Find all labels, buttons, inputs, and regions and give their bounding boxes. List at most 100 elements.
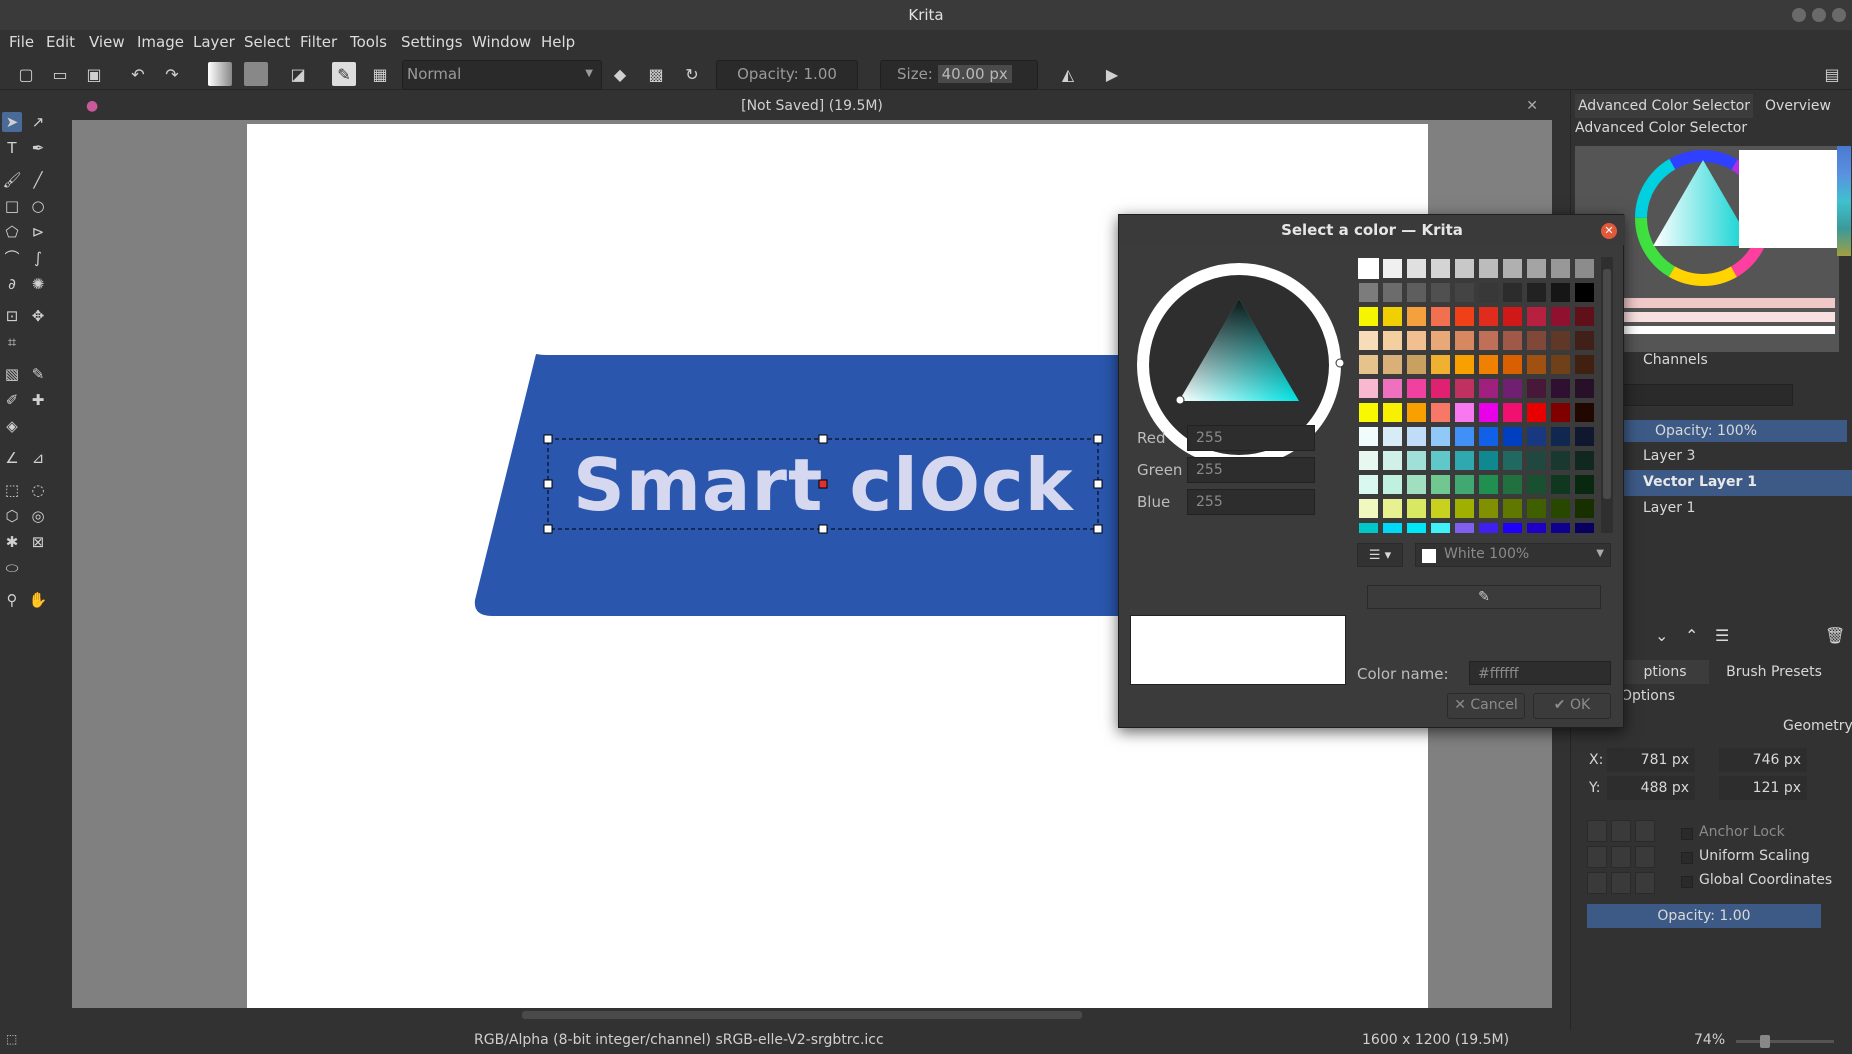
selection-handle[interactable] [1093,524,1103,534]
palette-swatch[interactable] [1503,259,1522,278]
save-icon[interactable]: ▣ [82,62,106,86]
palette-swatch[interactable] [1407,331,1426,350]
palette-swatch[interactable] [1551,523,1570,533]
close-dialog-icon[interactable]: ✕ [1601,223,1617,239]
layers-opacity-slider[interactable]: Opacity: 100% [1621,420,1847,442]
menu-file[interactable]: File [9,33,34,51]
freehand-path-tool-icon[interactable]: ∫ [28,248,48,268]
selection-handle[interactable] [1093,434,1103,444]
delete-layer-icon[interactable]: 🗑 [1825,626,1845,645]
palette-swatch[interactable] [1455,355,1474,374]
palette-swatch[interactable] [1503,331,1522,350]
palette-swatch[interactable] [1455,259,1474,278]
tab-tool-options[interactable]: ptions [1621,660,1709,684]
palette-swatch[interactable] [1575,475,1594,494]
palette-swatch[interactable] [1575,307,1594,326]
palette-swatch[interactable] [1431,427,1450,446]
redo-icon[interactable]: ↷ [160,62,184,86]
y-position-input[interactable]: 488 px [1607,776,1695,800]
palette-swatch[interactable] [1575,355,1594,374]
palette-swatch[interactable] [1383,379,1402,398]
gradient-tool-icon[interactable]: ▧ [2,364,22,384]
new-document-icon[interactable]: ▢ [14,62,38,86]
palette-swatch[interactable] [1551,475,1570,494]
menu-filter[interactable]: Filter [300,33,337,51]
pan-tool-icon[interactable]: ✋ [28,590,48,610]
palette-swatch[interactable] [1479,379,1498,398]
palette-swatch[interactable] [1479,403,1498,422]
palette-swatch[interactable] [1503,475,1522,494]
layer-properties-icon[interactable]: ☰ [1715,626,1729,645]
selection-handle[interactable] [543,524,553,534]
smart-patch-tool-icon[interactable]: ✚ [28,390,48,410]
horizontal-scrollbar[interactable] [72,1008,1552,1022]
bezier-select-tool-icon[interactable]: ⬭ [2,558,22,578]
palette-swatch[interactable] [1455,427,1474,446]
red-input[interactable]: 255 [1187,425,1315,451]
palette-swatch[interactable] [1431,379,1450,398]
palette-swatch[interactable] [1383,355,1402,374]
reload-preset-icon[interactable]: ↻ [680,62,704,86]
global-coordinates-checkbox[interactable] [1681,876,1693,888]
triangle-picker-handle[interactable] [1175,395,1185,405]
menu-edit[interactable]: Edit [46,33,75,51]
palette-swatch[interactable] [1575,499,1594,518]
palette-swatch[interactable] [1575,451,1594,470]
palette-swatch[interactable] [1407,475,1426,494]
ok-button[interactable]: ✔ OK [1533,693,1611,719]
palette-swatch[interactable] [1407,283,1426,302]
palette-swatch[interactable] [1431,451,1450,470]
brush-tool-icon[interactable]: 🖌 [2,170,22,190]
palette-swatch[interactable] [1431,355,1450,374]
assistant-tool-icon[interactable]: ⊿ [28,448,48,468]
palette-swatch[interactable] [1431,259,1450,278]
palette-swatch[interactable] [1503,451,1522,470]
tab-channels[interactable]: Channels [1643,352,1708,368]
eraser-icon[interactable]: ◆ [608,62,632,86]
maximize-button[interactable] [1812,8,1826,22]
palette-swatch[interactable] [1407,259,1426,278]
ellipse-tool-icon[interactable]: ○ [28,196,48,216]
palette-swatch[interactable] [1359,403,1378,422]
palette-swatch[interactable] [1383,451,1402,470]
rectangle-tool-icon[interactable]: □ [2,196,22,216]
palette-swatch[interactable] [1431,475,1450,494]
palette-swatch[interactable] [1503,523,1522,533]
palette-swatch[interactable] [1551,499,1570,518]
polygon-tool-icon[interactable]: ⬠ [2,222,22,242]
cancel-button[interactable]: ✕ Cancel [1447,693,1525,719]
palette-swatch[interactable] [1551,331,1570,350]
palette-swatch[interactable] [1407,307,1426,326]
palette-swatch[interactable] [1359,331,1378,350]
edit-shapes-tool-icon[interactable]: ↗ [28,112,48,132]
opacity-slider[interactable]: Opacity: 1.00 [716,60,858,90]
blend-mode-select[interactable]: Normal ▼ [402,60,602,90]
menu-layer[interactable]: Layer [193,33,235,51]
mirror-vertical-icon[interactable]: ▶ [1100,62,1124,86]
bezier-tool-icon[interactable]: ⌒ [2,248,22,268]
palette-swatch[interactable] [1527,523,1546,533]
palette-swatch[interactable] [1551,403,1570,422]
palette-swatch[interactable] [1527,259,1546,278]
open-folder-icon[interactable]: ▭ [48,62,72,86]
palette-swatch[interactable] [1503,307,1522,326]
palette-swatch[interactable] [1358,258,1379,279]
palette-swatch[interactable] [1527,403,1546,422]
green-input[interactable]: 255 [1187,457,1315,483]
palette-swatch[interactable] [1575,259,1594,278]
palette-swatch[interactable] [1575,379,1594,398]
palette-swatch[interactable] [1455,523,1474,533]
color-name-input[interactable]: #ffffff [1469,661,1611,685]
palette-swatch[interactable] [1503,499,1522,518]
palette-swatch[interactable] [1407,499,1426,518]
close-window-button[interactable] [1832,8,1846,22]
palette-swatch[interactable] [1575,523,1594,533]
palette-swatch[interactable] [1527,475,1546,494]
palette-swatch[interactable] [1575,283,1594,302]
palette-swatch[interactable] [1551,283,1570,302]
close-tab-icon[interactable]: ✕ [1526,92,1538,120]
palette-swatch[interactable] [1455,475,1474,494]
fill-tool-icon[interactable]: ◈ [2,416,22,436]
palette-swatch[interactable] [1431,403,1450,422]
menu-help[interactable]: Help [541,33,575,51]
